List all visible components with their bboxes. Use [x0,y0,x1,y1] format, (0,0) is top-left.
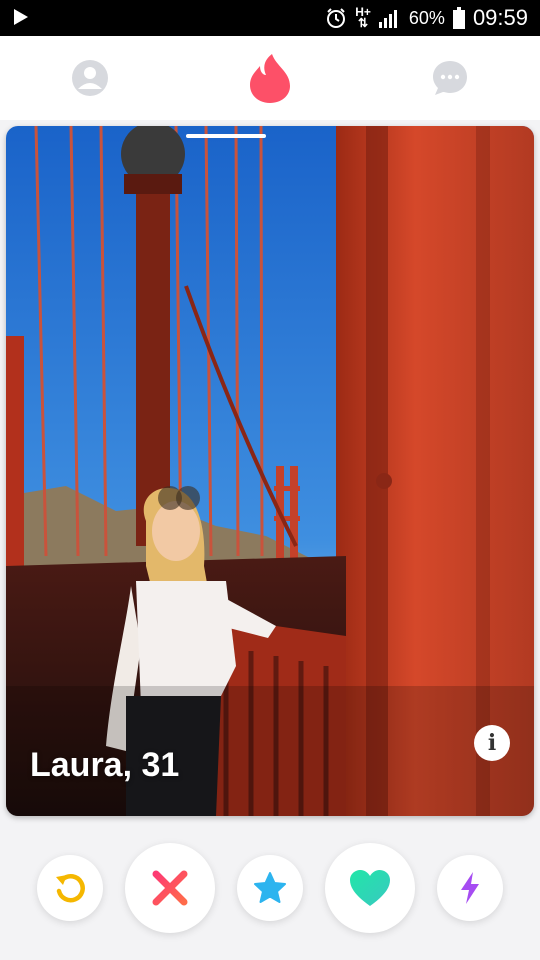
rewind-icon [56,873,85,903]
profile-photo [6,126,534,816]
profile-icon [72,60,108,96]
profile-name-age: Laura, 31 [30,746,180,784]
network-type: H+ ⇅ [355,5,371,30]
info-button[interactable]: i [474,725,510,761]
status-bar: H+ ⇅ 60% 09:59 [0,0,540,36]
chat-icon [433,61,467,95]
battery-percent: 60% [408,7,445,28]
nope-button[interactable] [125,843,215,933]
super-like-button[interactable] [237,855,303,921]
top-navigation [0,36,540,120]
alarm-icon [327,8,346,28]
photo-indicator [186,134,266,138]
heart-icon [350,870,390,906]
info-icon: i [487,730,497,756]
status-right: H+ ⇅ 60% 09:59 [325,0,528,36]
rewind-button[interactable] [37,855,103,921]
media-play-icon [14,9,28,25]
profile-card[interactable]: Laura, 31 i [6,126,534,816]
home-button[interactable] [246,52,294,104]
star-icon [254,872,286,903]
bolt-icon [461,872,479,904]
boost-button[interactable] [437,855,503,921]
clock: 09:59 [472,5,528,30]
messages-button[interactable] [430,58,470,98]
battery-icon [452,7,465,29]
profile-button[interactable] [70,58,110,98]
x-icon [152,870,188,906]
flame-icon [250,54,290,103]
like-button[interactable] [325,843,415,933]
signal-icon [378,10,397,28]
